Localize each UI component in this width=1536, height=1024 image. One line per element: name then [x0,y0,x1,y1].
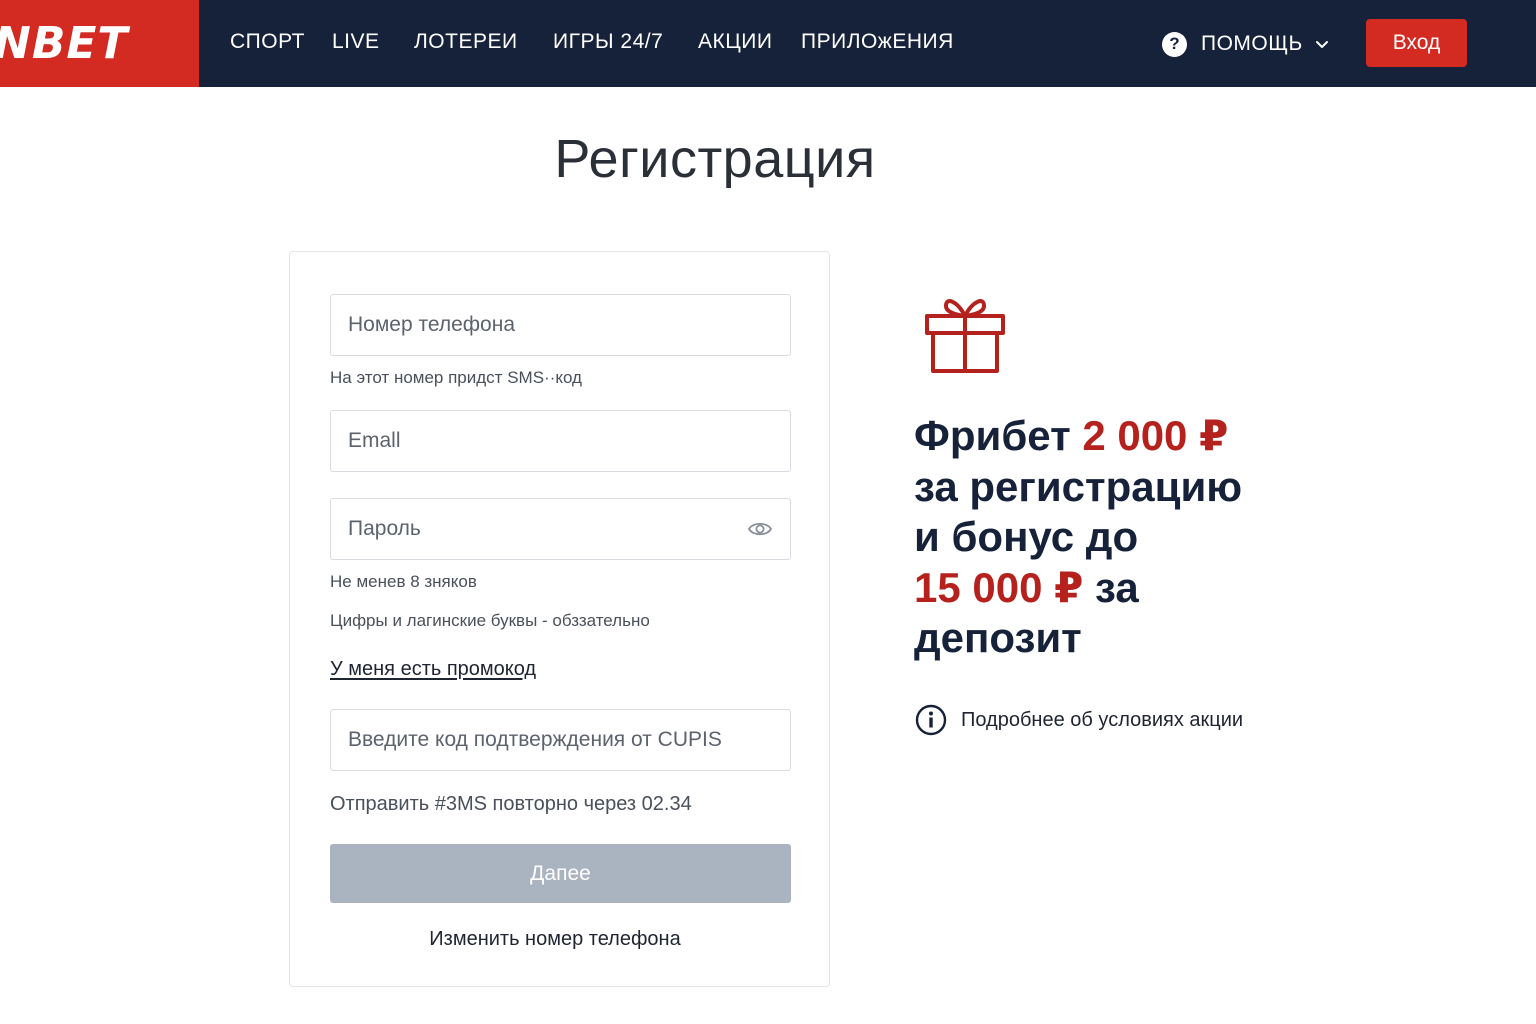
chevron-down-icon [1315,41,1328,48]
promo-code-link[interactable]: У меня есть пpомокод [330,658,536,681]
promo-conditions-link[interactable]: Подробнее об условиях акции [915,704,1243,736]
promo-headline: Фрибет 2 000 ₽ за регистрацию и бонус до… [914,411,1334,664]
promo-line-1: Фрибет 2 000 ₽ [914,411,1334,462]
cupis-code-input[interactable] [331,710,790,770]
change-phone-link[interactable]: Изменить номер телефона [290,928,820,951]
promo-conditions-label: Подробнее об условиях акции [961,708,1244,731]
registration-form: На этот номер придст SMS··код Не менев 8… [289,251,830,987]
nav-item-lotteries[interactable]: ЛОТЕРЕИ [414,30,518,54]
promo-line-5: депозит [914,614,1082,661]
info-circle-icon [915,704,947,736]
nav-item-live[interactable]: LIVE [332,30,380,54]
cupis-field-wrapper [330,709,791,771]
password-hint-length: Не менев 8 зняков [330,572,477,591]
nav-item-sport[interactable]: СПОРТ [230,30,305,54]
help-menu[interactable]: ? ПОМОЩЬ [1162,30,1329,58]
login-button[interactable]: Вход [1366,19,1467,67]
promo-line-3: и бонус до [914,513,1139,560]
phone-field-wrapper [330,294,791,356]
nav-item-games[interactable]: ИГРЫ 24/7 [553,30,663,54]
promo-bonus-amount: 15 000 ₽ [914,563,1084,611]
nav-item-promotions[interactable]: АКЦИИ [698,30,772,54]
phone-input[interactable] [331,295,790,355]
logo-text: NBET [0,18,129,69]
logo[interactable]: NBET [0,0,199,87]
top-navigation-bar: NBET СПОРТ LIVE ЛОТЕРЕИ ИГРЫ 24/7 АКЦИИ … [0,0,1536,87]
password-input[interactable] [331,499,790,559]
resend-sms-timer: Отправить #3MS повторно через 02.34 [330,793,692,815]
promo-line-4: 15 000 ₽ за [914,563,1334,614]
nav-item-apps[interactable]: ПРИЛОжЕНИЯ [801,30,954,54]
phone-hint: На этот номер придст SMS··код [330,368,582,387]
password-hint-chars: Цифры и лагинские буквы - обззательно [330,611,650,630]
eye-icon[interactable] [748,519,772,539]
password-field-wrapper [330,498,791,560]
help-label: ПОМОЩЬ [1201,32,1303,55]
gift-icon [925,299,1005,373]
page-title: Регистрация [554,129,876,189]
promo-line-2: за регистрацию [914,462,1243,510]
promo-freebet-amount: 2 000 ₽ [1082,412,1229,459]
question-circle-icon: ? [1162,31,1187,57]
next-button[interactable]: Дапее [330,844,791,903]
promo-freebet-label: Фрибет [914,412,1083,459]
promo-bonus-suffix: за [1083,563,1139,611]
email-field-wrapper [330,410,791,472]
email-input[interactable] [331,411,790,471]
